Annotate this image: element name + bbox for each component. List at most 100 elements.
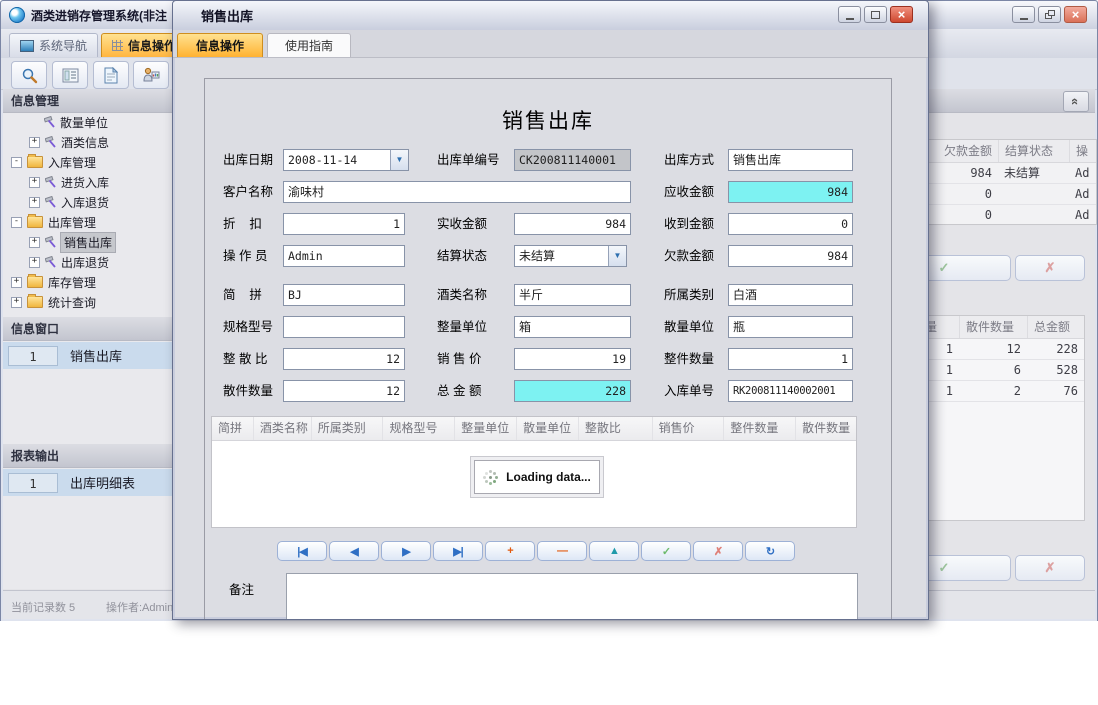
collapse-node-icon[interactable]: - — [11, 157, 22, 168]
bulk-unit-input[interactable]: 箱 — [514, 316, 631, 338]
cancel-button[interactable]: ✗ — [1015, 255, 1085, 281]
sidebar-item-stock-mgmt[interactable]: + 库存管理 — [3, 273, 96, 291]
customer-input[interactable]: 渝味村 — [283, 181, 631, 203]
received-label: 收到金额 — [664, 213, 714, 235]
loading-text: Loading data... — [506, 470, 591, 484]
settle-label: 结算状态 — [437, 245, 487, 267]
expand-icon[interactable]: + — [29, 177, 40, 188]
actual-input[interactable]: 984 — [514, 213, 631, 235]
maximize-icon — [871, 11, 880, 19]
loose-qty-input[interactable]: 12 — [283, 380, 405, 402]
received-input[interactable]: 0 — [728, 213, 853, 235]
expand-icon[interactable]: + — [29, 237, 40, 248]
delete-record-button[interactable]: — — [537, 541, 587, 561]
minimize-button[interactable] — [1012, 6, 1035, 23]
out-date-input[interactable]: 2008-11-14 ▼ — [283, 149, 409, 171]
sidebar-item-outbound-return[interactable]: + 出库退货 — [3, 253, 109, 271]
next-record-button[interactable]: ▶ — [381, 541, 431, 561]
sidebar-item-stats-query[interactable]: + 统计查询 — [3, 293, 96, 311]
tab-info-operation[interactable]: 信息操作 — [177, 33, 263, 57]
user-report-button[interactable] — [133, 61, 169, 89]
item-index: 1 — [8, 473, 58, 493]
first-record-button[interactable]: |◀ — [277, 541, 327, 561]
expand-icon[interactable]: + — [29, 197, 40, 208]
list-view-button[interactable] — [52, 61, 88, 89]
dropdown-arrow-icon[interactable]: ▼ — [390, 150, 408, 170]
search-button[interactable] — [11, 61, 47, 89]
report-output-item[interactable]: 1 出库明细表 — [3, 469, 177, 496]
wine-name-input[interactable]: 半斤 — [514, 284, 631, 306]
expand-icon[interactable]: + — [11, 277, 22, 288]
expand-icon[interactable]: + — [11, 297, 22, 308]
cancel-button[interactable]: ✗ — [1015, 555, 1085, 581]
sidebar-item-inbound-return[interactable]: + 入库退货 — [3, 193, 109, 211]
close-button[interactable]: × — [890, 6, 913, 23]
edit-record-button[interactable]: ▲ — [589, 541, 639, 561]
category-input[interactable]: 白酒 — [728, 284, 853, 306]
total-input[interactable]: 228 — [514, 380, 631, 402]
close-button[interactable]: × — [1064, 6, 1087, 23]
out-no-input: CK200811140001 — [514, 149, 631, 171]
remark-input[interactable] — [286, 573, 858, 620]
pinyin-input[interactable]: BJ — [283, 284, 405, 306]
cancel-button[interactable]: ✗ — [693, 541, 743, 561]
collapse-node-icon[interactable]: - — [11, 217, 22, 228]
add-record-button[interactable]: + — [485, 541, 535, 561]
minimize-icon — [1020, 18, 1028, 20]
operator-input[interactable]: Admin — [283, 245, 405, 267]
debt-label: 欠款金额 — [664, 245, 714, 267]
tool-icon — [45, 236, 57, 248]
collapse-icon: « — [1069, 98, 1082, 105]
operator-label: 操 作 员 — [223, 245, 267, 267]
sidebar-item-purchase-in[interactable]: + 进货入库 — [3, 173, 109, 191]
monitor-icon — [20, 40, 34, 52]
price-input[interactable]: 19 — [514, 348, 631, 370]
expand-icon[interactable]: + — [29, 257, 40, 268]
sidebar-item-outbound-mgmt[interactable]: - 出库管理 — [3, 213, 96, 231]
maximize-button[interactable] — [864, 6, 887, 23]
tab-user-guide[interactable]: 使用指南 — [267, 33, 351, 57]
discount-input[interactable]: 1 — [283, 213, 405, 235]
spec-input[interactable] — [283, 316, 405, 338]
prev-record-button[interactable]: ◀ — [329, 541, 379, 561]
loose-unit-input[interactable]: 瓶 — [728, 316, 853, 338]
tool-icon — [45, 196, 57, 208]
info-mgmt-header: 信息管理 — [11, 92, 59, 109]
sidebar-item-inbound-mgmt[interactable]: - 入库管理 — [3, 153, 96, 171]
operator-label: 操作者:Admin — [106, 599, 173, 615]
record-count: 当前记录数 5 — [11, 599, 75, 615]
minimize-button[interactable] — [838, 6, 861, 23]
bulk-qty-input[interactable]: 1 — [728, 348, 853, 370]
out-no-label: 出库单编号 — [437, 149, 500, 171]
dialog-window-controls: × — [838, 6, 913, 23]
info-window-header: 信息窗口 — [3, 317, 177, 341]
receivable-input[interactable]: 984 — [728, 181, 853, 203]
sidebar-item-loose-unit[interactable]: 散量单位 — [3, 113, 108, 131]
bulk-unit-label: 整量单位 — [437, 316, 487, 338]
expand-icon[interactable]: + — [29, 137, 40, 148]
dialog-titlebar[interactable]: 销售出库 — [173, 1, 928, 31]
collapse-panel-button[interactable]: « — [1063, 91, 1089, 112]
info-window-item[interactable]: 1 销售出库 — [3, 342, 177, 369]
receivable-label: 应收金额 — [664, 181, 714, 203]
pinyin-label: 简 拼 — [223, 284, 262, 306]
folder-icon — [27, 296, 43, 308]
form-title: 销售出库 — [204, 105, 892, 135]
main-window-controls: × — [1012, 6, 1087, 23]
document-button[interactable] — [93, 61, 129, 89]
out-type-input[interactable]: 销售出库 — [728, 149, 853, 171]
confirm-button[interactable]: ✓ — [641, 541, 691, 561]
sidebar-item-wine-info[interactable]: + 酒类信息 — [3, 133, 109, 151]
debt-input[interactable]: 984 — [728, 245, 853, 267]
in-no-input[interactable]: RK200811140002001 — [728, 380, 853, 402]
dropdown-arrow-icon[interactable]: ▼ — [608, 246, 626, 266]
refresh-button[interactable]: ↻ — [745, 541, 795, 561]
last-record-button[interactable]: ▶| — [433, 541, 483, 561]
out-date-label: 出库日期 — [223, 149, 273, 171]
tool-icon — [44, 116, 56, 128]
ratio-input[interactable]: 12 — [283, 348, 405, 370]
restore-button[interactable] — [1038, 6, 1061, 23]
settle-input[interactable]: 未结算 ▼ — [514, 245, 627, 267]
sidebar-item-sales-out[interactable]: + 销售出库 — [3, 233, 115, 251]
tab-system-nav[interactable]: 系统导航 — [9, 33, 98, 57]
